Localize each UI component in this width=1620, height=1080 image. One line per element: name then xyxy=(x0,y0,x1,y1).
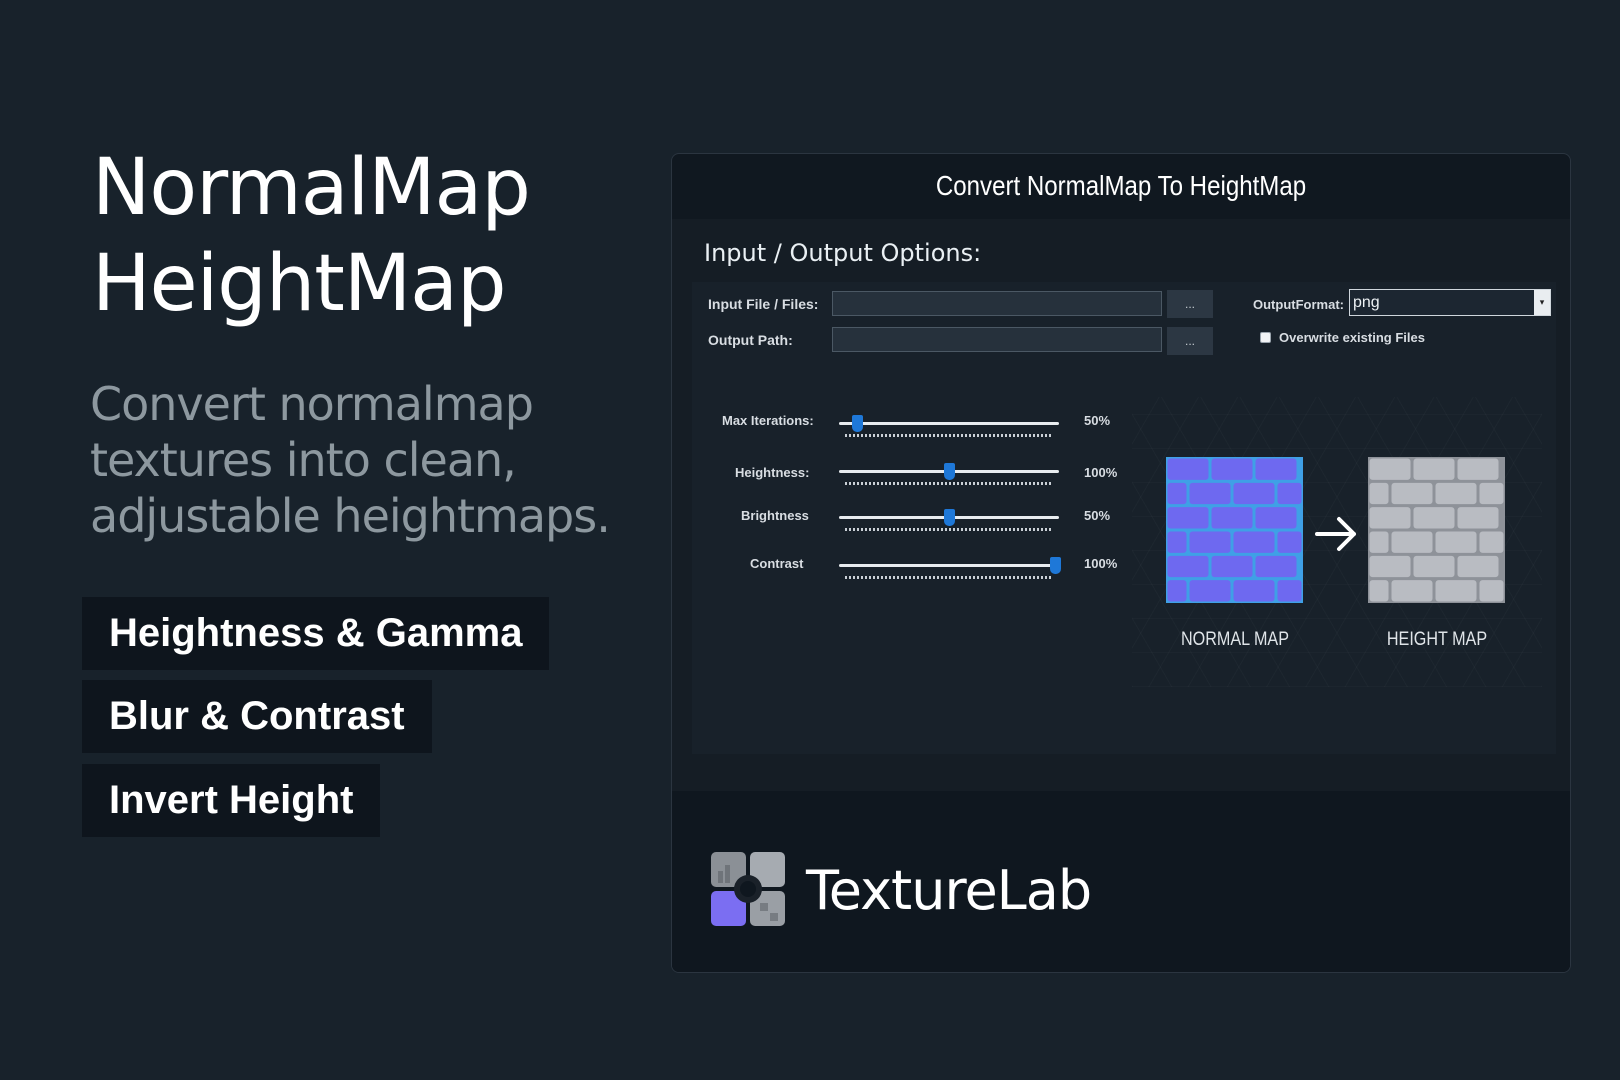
feature-pill-heightness: Heightness & Gamma xyxy=(82,597,550,670)
height-map-caption: HEIGHT MAP xyxy=(1386,629,1488,650)
slider-ticks xyxy=(845,528,1053,531)
max-iterations-value: 50% xyxy=(1084,413,1111,428)
brick xyxy=(1167,555,1209,578)
brick xyxy=(1369,580,1389,602)
window-title: Convert NormalMap To HeightMap xyxy=(935,170,1307,201)
hero-subtitle-line1: Convert normalmap xyxy=(90,377,534,431)
brick xyxy=(1435,482,1477,505)
brick xyxy=(1167,531,1187,553)
normal-map-preview xyxy=(1166,457,1303,603)
brick xyxy=(1167,507,1209,529)
brick xyxy=(1479,580,1504,602)
brick xyxy=(1391,580,1433,602)
heightness-value: 100% xyxy=(1084,465,1118,480)
overwrite-checkbox[interactable] xyxy=(1260,332,1271,343)
hero-subtitle-line3: adjustable heightmaps. xyxy=(90,489,611,543)
brick xyxy=(1211,555,1253,578)
brick xyxy=(1233,482,1275,505)
brick xyxy=(1391,531,1433,553)
brick xyxy=(1369,531,1389,553)
brick xyxy=(1277,531,1302,553)
slider-thumb[interactable] xyxy=(851,415,863,432)
brightness-slider[interactable] xyxy=(839,508,1059,538)
contrast-slider[interactable] xyxy=(839,556,1061,586)
feature-pill-invert: Invert Height xyxy=(82,764,381,837)
slider-thumb[interactable] xyxy=(944,463,955,480)
brick xyxy=(1233,531,1275,553)
hero-headline: NormalMap HeightMap xyxy=(92,140,531,332)
brick xyxy=(1277,482,1302,505)
output-path-field[interactable] xyxy=(832,327,1162,352)
slider-ticks xyxy=(845,434,1053,437)
window-body: Input / Output Options: Input File / Fil… xyxy=(672,219,1570,791)
heightness-slider[interactable] xyxy=(839,462,1059,492)
slider-thumb[interactable] xyxy=(1049,557,1061,574)
input-browse-button[interactable]: ... xyxy=(1167,290,1213,318)
output-browse-button[interactable]: ... xyxy=(1167,327,1213,355)
hero-subtitle-line2: textures into clean, xyxy=(90,433,517,487)
hero-headline-line1: NormalMap xyxy=(92,143,531,233)
slider-track xyxy=(839,422,1059,425)
brick xyxy=(1457,458,1499,480)
brick xyxy=(1435,580,1477,602)
brick xyxy=(1369,482,1389,505)
brick xyxy=(1255,555,1297,578)
dropdown-arrow-icon[interactable]: ▾ xyxy=(1534,290,1550,315)
slider-label-heightness: Heightness: xyxy=(735,465,810,480)
slider-label-contrast: Contrast xyxy=(750,556,804,571)
height-map-preview xyxy=(1368,457,1505,603)
brick xyxy=(1189,531,1231,553)
max-iterations-slider[interactable] xyxy=(839,414,1059,444)
brick xyxy=(1211,507,1253,529)
brick xyxy=(1233,580,1275,602)
output-format-label: OutputFormat: xyxy=(1253,297,1344,312)
contrast-value: 100% xyxy=(1084,556,1118,571)
section-title: Input / Output Options: xyxy=(704,239,982,267)
brick xyxy=(1369,507,1411,529)
brick xyxy=(1167,458,1209,480)
brick xyxy=(1255,458,1297,480)
slider-ticks xyxy=(845,482,1053,485)
brick xyxy=(1369,458,1411,480)
options-panel: Input File / Files: ... Output Path: ...… xyxy=(692,282,1556,754)
texturelab-logo-icon xyxy=(711,852,785,926)
brick xyxy=(1255,507,1297,529)
brick xyxy=(1189,580,1231,602)
window-footer: TextureLab xyxy=(672,791,1570,972)
hero-subtitle: Convert normalmap textures into clean, a… xyxy=(90,376,611,544)
brick xyxy=(1479,531,1504,553)
overwrite-label: Overwrite existing Files xyxy=(1279,330,1425,345)
brick xyxy=(1435,531,1477,553)
brick xyxy=(1413,555,1455,578)
arrow-right-icon xyxy=(1315,517,1356,551)
feature-pill-blur: Blur & Contrast xyxy=(82,680,432,753)
brick xyxy=(1479,482,1504,505)
output-format-value: png xyxy=(1353,293,1380,311)
brick xyxy=(1391,482,1433,505)
input-file-label: Input File / Files: xyxy=(708,296,819,312)
app-window: Convert NormalMap To HeightMap Input / O… xyxy=(671,153,1571,973)
output-format-select[interactable]: png ▾ xyxy=(1349,289,1551,316)
brick xyxy=(1457,507,1499,529)
brand-name: TextureLab xyxy=(806,859,1092,922)
normal-map-caption: NORMAL MAP xyxy=(1180,629,1289,650)
brick xyxy=(1167,482,1187,505)
brightness-value: 50% xyxy=(1084,508,1111,523)
hero-headline-line2: HeightMap xyxy=(92,239,506,329)
slider-track xyxy=(839,564,1059,567)
brick xyxy=(1413,507,1455,529)
brick xyxy=(1189,482,1231,505)
slider-ticks xyxy=(845,576,1053,579)
input-file-field[interactable] xyxy=(832,291,1162,316)
slider-thumb[interactable] xyxy=(944,509,955,526)
brick xyxy=(1167,580,1187,602)
brick xyxy=(1369,555,1411,578)
slider-label-brightness: Brightness xyxy=(741,508,809,523)
output-path-label: Output Path: xyxy=(708,332,793,348)
brick xyxy=(1211,458,1253,480)
brick xyxy=(1277,580,1302,602)
slider-label-max-iterations: Max Iterations: xyxy=(722,413,814,428)
brick xyxy=(1413,458,1455,480)
brick xyxy=(1457,555,1499,578)
